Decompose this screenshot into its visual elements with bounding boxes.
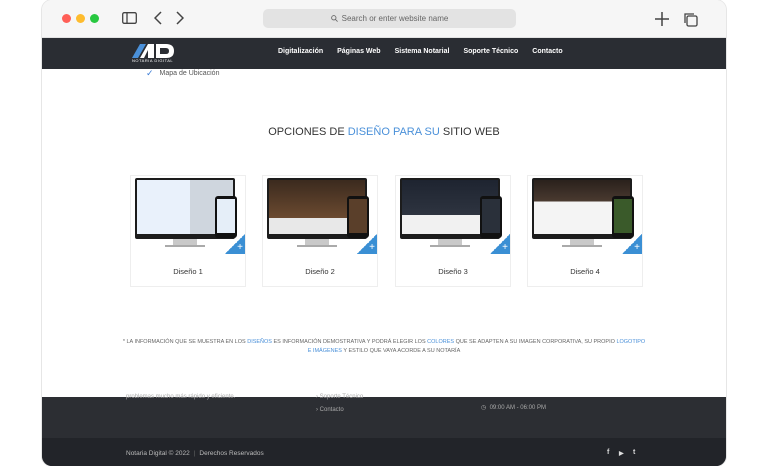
phone-mockup [480, 196, 502, 238]
section-title-accent: DISEÑO PARA SU [347, 126, 440, 138]
menu-item-paginas-web[interactable]: Páginas Web [337, 48, 380, 55]
design-label: Diseño 4 [570, 267, 600, 276]
section-title-pre: OPCIONES DE [268, 126, 348, 138]
back-icon[interactable] [153, 11, 162, 27]
design-card-4[interactable]: + Diseño 4 [527, 175, 643, 287]
footer-hours: ◷ 09:00 AM - 06:00 PM [481, 404, 546, 411]
browser-window: Search or enter website name NOTARIA DIG… [42, 0, 726, 466]
disclaimer-text: QUE SE ADAPTEN A SU IMAGEN CORPORATIVA, … [454, 339, 617, 345]
minimize-window-button[interactable] [76, 14, 85, 23]
rights-text: Derechos Reservados [199, 450, 264, 457]
main-menu: Digitalización Páginas Web Sistema Notar… [278, 48, 563, 55]
disclaimer-link-colors[interactable]: COLORES [427, 339, 454, 345]
copyright-separator: | [193, 450, 196, 457]
sidebar-icon[interactable] [122, 12, 137, 26]
twitter-icon[interactable]: t [633, 449, 635, 456]
section-title: OPCIONES DE DISEÑO PARA SU SITIO WEB [42, 126, 726, 138]
phone-mockup [612, 196, 634, 238]
address-bar[interactable]: Search or enter website name [263, 9, 516, 28]
footer-link-soporte[interactable]: › Soporte Técnico [316, 394, 363, 400]
section-title-post: SITIO WEB [439, 126, 500, 138]
menu-item-sistema-notarial[interactable]: Sistema Notarial [395, 48, 450, 55]
disclaimer-text: * LA INFORMACIÓN QUE SE MUESTRA EN LOS [122, 339, 248, 345]
youtube-icon[interactable]: ▶ [619, 450, 624, 457]
design-card-3[interactable]: + Diseño 3 [395, 175, 511, 287]
tabs-icon[interactable] [683, 12, 698, 29]
design-label: Diseño 2 [305, 267, 335, 276]
new-tab-icon[interactable] [655, 12, 669, 28]
maximize-window-button[interactable] [90, 14, 99, 23]
design-label: Diseño 1 [173, 267, 203, 276]
site-navbar: NOTARIA DIGITAL Digitalización Páginas W… [42, 38, 726, 69]
search-icon [330, 15, 338, 22]
phone-mockup [215, 196, 237, 238]
disclaimer-note: * LA INFORMACIÓN QUE SE MUESTRA EN LOS D… [122, 338, 646, 356]
menu-item-digitalizacion[interactable]: Digitalización [278, 48, 323, 55]
design-label: Diseño 3 [438, 267, 468, 276]
footer-hours-text: 09:00 AM - 06:00 PM [489, 405, 546, 411]
disclaimer-text: Y ESTILO QUE VAYA ACORDE A SU NOTARÍA [341, 348, 461, 354]
address-bar-placeholder: Search or enter website name [341, 14, 449, 23]
clock-icon: ◷ [481, 405, 487, 411]
expand-plus-icon[interactable]: + [357, 234, 377, 254]
footer-about-text: problemas mucho más rápido y eficiente. [126, 394, 236, 400]
expand-plus-icon[interactable]: + [225, 234, 245, 254]
copyright-text: Notaria Digital © 2022 [126, 450, 190, 457]
footer-copyright: Notaria Digital © 2022 | Derechos Reserv… [126, 450, 264, 457]
footer-link-soporte-label: Soporte Técnico [319, 394, 364, 400]
feature-label: Mapa de Ubicación [159, 70, 220, 77]
design-card-2[interactable]: + Diseño 2 [262, 175, 378, 287]
browser-toolbar: Search or enter website name [42, 0, 726, 38]
disclaimer-link-designs[interactable]: DISEÑOS [247, 339, 272, 345]
logo-text: NOTARIA DIGITAL [132, 58, 174, 63]
footer-link-contacto[interactable]: › Contacto [316, 407, 344, 413]
disclaimer-text: ES INFORMACIÓN DEMOSTRATIVA Y PODRÁ ELEG… [271, 339, 428, 345]
footer-link-contacto-label: Contacto [319, 407, 344, 413]
feature-item: ✓ Mapa de Ubicación [146, 68, 219, 79]
expand-plus-icon[interactable]: + [622, 234, 642, 254]
design-card-1[interactable]: + Diseño 1 [130, 175, 246, 287]
facebook-icon[interactable]: f [607, 449, 609, 456]
phone-mockup [347, 196, 369, 238]
close-window-button[interactable] [62, 14, 71, 23]
menu-item-soporte-tecnico[interactable]: Soporte Técnico [463, 48, 518, 55]
menu-item-contacto[interactable]: Contacto [532, 48, 562, 55]
expand-plus-icon[interactable]: + [490, 234, 510, 254]
forward-icon[interactable] [176, 11, 185, 27]
checkmark-icon: ✓ [146, 68, 154, 78]
